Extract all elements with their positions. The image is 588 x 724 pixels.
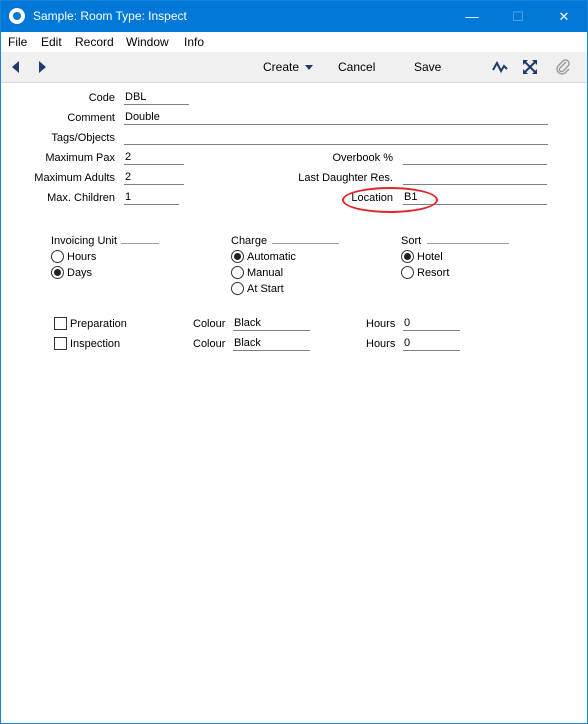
invoicing-unit-divider (121, 243, 159, 244)
preparation-colour-label: Colour (193, 318, 226, 330)
inspection-label: Inspection (70, 338, 121, 350)
sort-hotel-radio[interactable] (401, 250, 414, 263)
tags-objects-label: Tags/Objects (51, 132, 115, 144)
menu-edit[interactable]: Edit (41, 35, 62, 49)
preparation-checkbox[interactable] (54, 317, 67, 330)
code-label: Code (88, 92, 115, 104)
max-children-field[interactable]: 1 (124, 191, 179, 205)
comment-field[interactable]: Double (124, 111, 548, 125)
sort-divider (427, 243, 509, 244)
charge-manual-label: Manual (247, 267, 284, 279)
create-label: Create (263, 60, 300, 74)
sort-resort-label: Resort (417, 267, 450, 279)
preparation-hours-label: Hours (366, 318, 396, 330)
inspection-colour-field[interactable]: Black (233, 337, 310, 351)
preparation-hours-field[interactable]: 0 (403, 317, 460, 331)
next-record-icon[interactable] (39, 61, 46, 73)
preparation-label: Preparation (70, 318, 127, 330)
sort-resort-radio[interactable] (401, 266, 414, 279)
minimize-button[interactable]: — (449, 1, 495, 32)
maximum-adults-label: Maximum Adults (34, 172, 115, 184)
invoicing-unit-title: Invoicing Unit (51, 235, 118, 247)
close-button[interactable]: ✕ (541, 1, 587, 32)
invoicing-days-radio[interactable] (51, 266, 64, 279)
last-daughter-res-label: Last Daughter Res. (298, 172, 393, 184)
room-type-window: Sample: Room Type: Inspect — ☐ ✕ File Ed… (0, 0, 588, 724)
save-button[interactable]: Save (414, 60, 441, 74)
inspection-hours-field[interactable]: 0 (403, 337, 460, 351)
menu-record[interactable]: Record (75, 35, 114, 49)
inspection-checkbox[interactable] (54, 337, 67, 350)
sort-title: Sort (401, 235, 422, 247)
menu-file[interactable]: File (8, 35, 27, 49)
create-button[interactable]: Create (263, 60, 314, 74)
charge-title: Charge (231, 235, 268, 247)
charge-manual-radio[interactable] (231, 266, 244, 279)
sort-hotel-label: Hotel (417, 251, 443, 263)
location-highlight-ellipse (342, 187, 438, 213)
cancel-button[interactable]: Cancel (338, 60, 375, 74)
window-title: Sample: Room Type: Inspect (33, 9, 187, 23)
charge-at-start-radio[interactable] (231, 282, 244, 295)
inspection-hours-label: Hours (366, 338, 396, 350)
overbook-field[interactable] (403, 151, 547, 165)
expand-icon[interactable] (521, 58, 539, 76)
last-daughter-res-field[interactable] (403, 171, 547, 185)
tags-objects-field[interactable] (124, 131, 548, 145)
app-logo-icon (9, 8, 25, 24)
previous-record-icon[interactable] (12, 61, 19, 73)
chevron-down-icon (305, 65, 314, 71)
menu-window[interactable]: Window (126, 35, 169, 49)
charge-divider (272, 243, 339, 244)
title-bar[interactable]: Sample: Room Type: Inspect — ☐ ✕ (1, 1, 587, 32)
charge-at-start-label: At Start (247, 283, 284, 295)
comment-label: Comment (67, 112, 115, 124)
menu-bar: File Edit Record Window Info (1, 32, 587, 52)
toolbar: Create Cancel Save (1, 52, 587, 83)
menu-info[interactable]: Info (184, 35, 204, 49)
activity-icon[interactable] (491, 58, 509, 76)
invoicing-hours-radio[interactable] (51, 250, 64, 263)
charge-automatic-radio[interactable] (231, 250, 244, 263)
maximum-pax-field[interactable]: 2 (124, 151, 184, 165)
code-field[interactable]: DBL (124, 91, 189, 105)
invoicing-days-label: Days (67, 267, 93, 279)
inspection-colour-label: Colour (193, 338, 226, 350)
maximum-pax-label: Maximum Pax (45, 152, 115, 164)
invoicing-hours-label: Hours (67, 251, 97, 263)
maximize-button[interactable]: ☐ (495, 1, 541, 32)
preparation-colour-field[interactable]: Black (233, 317, 310, 331)
overbook-label: Overbook % (332, 152, 393, 164)
paperclip-icon[interactable] (554, 58, 572, 76)
maximum-adults-field[interactable]: 2 (124, 171, 184, 185)
max-children-label: Max. Children (47, 192, 115, 204)
charge-automatic-label: Automatic (247, 251, 296, 263)
